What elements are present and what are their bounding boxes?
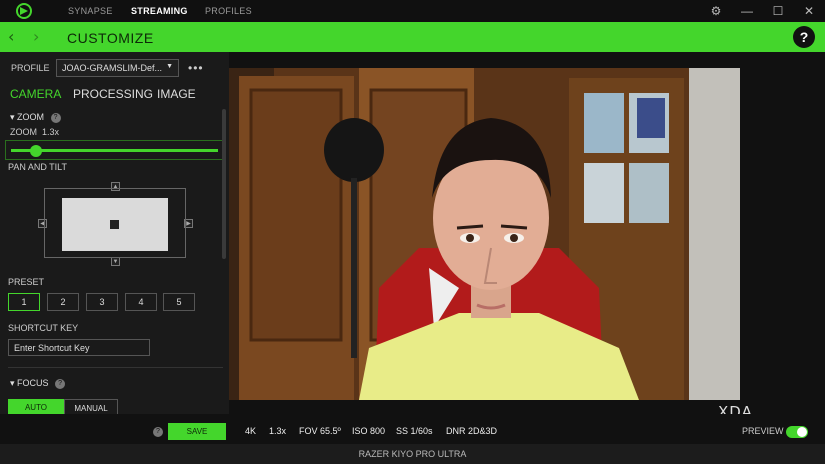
device-name: RAZER KIYO PRO ULTRA (0, 444, 825, 464)
caret-down-icon: ▾ (10, 378, 15, 388)
minimize-icon[interactable]: — (738, 3, 756, 19)
tab-profiles[interactable]: PROFILES (205, 6, 252, 16)
save-button[interactable]: SAVE (168, 423, 226, 440)
pan-tilt-area[interactable] (44, 188, 186, 258)
profile-value: JOAO-GRAMSLIM-Def... (62, 63, 163, 73)
preset-button-3[interactable]: 3 (86, 293, 118, 311)
more-options-icon[interactable]: ••• (188, 61, 204, 75)
stat-fov: FOV 65.5º (299, 426, 341, 436)
toggle-knob[interactable] (797, 427, 807, 437)
zoom-value: 1.3x (42, 127, 60, 137)
camera-feed-image (229, 68, 740, 400)
preset-button-5[interactable]: 5 (163, 293, 195, 311)
preset-button-2[interactable]: 2 (47, 293, 79, 311)
preset-button-1[interactable]: 1 (8, 293, 40, 311)
stat-dnr: DNR 2D&3D (446, 426, 498, 436)
preset-label: PRESET (8, 277, 45, 287)
subtab-image[interactable]: IMAGE (157, 87, 196, 101)
subtab-camera[interactable]: CAMERA (10, 87, 61, 101)
zoom-slider-track[interactable] (11, 149, 218, 152)
panel-scrollbar[interactable] (222, 109, 226, 259)
preset-button-4[interactable]: 4 (125, 293, 157, 311)
tilt-down-icon[interactable]: ▼ (111, 257, 120, 266)
subtab-processing[interactable]: PROCESSING (73, 87, 153, 101)
zoom-slider[interactable] (5, 140, 224, 160)
pan-tilt-frame[interactable] (62, 198, 168, 251)
zoom-help-icon[interactable]: ? (50, 112, 61, 123)
shortcut-key-input[interactable]: Enter Shortcut Key (8, 339, 150, 356)
footer-help-icon[interactable]: ? (153, 427, 163, 437)
forward-arrow-icon[interactable]: › (33, 27, 39, 46)
profile-label: PROFILE (11, 63, 50, 73)
stat-resolution: 4K (245, 426, 257, 436)
preview-toggle[interactable] (786, 426, 808, 438)
back-arrow-icon[interactable]: ‹ (8, 27, 14, 46)
focus-section-toggle[interactable]: ▾ FOCUS ? (10, 378, 66, 389)
zoom-label: ZOOM (10, 127, 37, 137)
shortcut-label: SHORTCUT KEY (8, 323, 79, 333)
help-button[interactable]: ? (793, 26, 815, 48)
app-topbar: SYNAPSE STREAMING PROFILES ⚙ — ☐ ✕ (0, 0, 825, 22)
focus-auto-button[interactable]: AUTO (8, 399, 64, 414)
chevron-down-icon: ▼ (166, 63, 173, 70)
preview-label: PREVIEW (742, 426, 784, 436)
camera-preview (229, 68, 740, 400)
page-title: CUSTOMIZE (67, 30, 154, 46)
caret-down-icon: ▾ (10, 112, 15, 122)
tab-streaming[interactable]: STREAMING (131, 6, 188, 16)
stat-iso: ISO 800 (352, 426, 386, 436)
section-divider (8, 367, 223, 368)
stat-shutter: SS 1/60s (396, 426, 433, 436)
maximize-icon[interactable]: ☐ (769, 3, 787, 19)
stat-zoom: 1.3x (269, 426, 287, 436)
settings-gear-icon[interactable]: ⚙ (707, 3, 725, 19)
focus-manual-button[interactable]: MANUAL (64, 399, 118, 414)
zoom-section-toggle[interactable]: ▾ ZOOM ? (10, 112, 61, 123)
razer-logo-icon (16, 3, 32, 19)
focus-help-icon[interactable]: ? (55, 378, 66, 389)
zoom-slider-thumb[interactable] (29, 145, 42, 157)
zoom-heading: ZOOM (17, 112, 45, 122)
pan-tilt-label: PAN AND TILT (8, 162, 68, 172)
close-icon[interactable]: ✕ (800, 3, 818, 19)
settings-panel: PROFILE JOAO-GRAMSLIM-Def... ▼ ••• CAMER… (0, 52, 229, 414)
tab-synapse[interactable]: SYNAPSE (68, 6, 113, 16)
profile-dropdown[interactable]: JOAO-GRAMSLIM-Def... ▼ (56, 59, 179, 77)
move-handle-icon[interactable] (110, 220, 119, 229)
header-bar: ‹ › CUSTOMIZE ? (0, 22, 825, 52)
focus-heading: FOCUS (17, 378, 49, 388)
